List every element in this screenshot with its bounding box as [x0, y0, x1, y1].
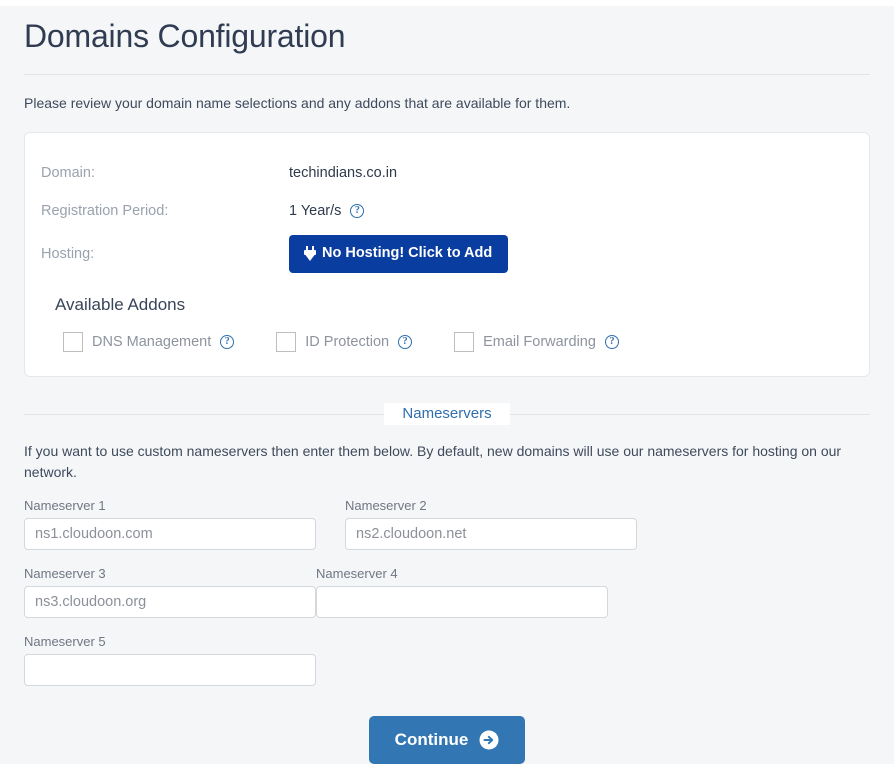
page-container: Domains Configuration Please review your…: [0, 16, 894, 764]
nameserver-3-field: Nameserver 3: [24, 566, 316, 618]
nameserver-3-input[interactable]: [24, 585, 316, 618]
nameservers-section: Nameservers If you want to use custom na…: [24, 402, 870, 764]
continue-button-label: Continue: [394, 730, 469, 750]
nameserver-4-label: Nameserver 4: [316, 565, 398, 581]
addon-checkbox-email-forwarding[interactable]: [454, 331, 475, 352]
page-title: Domains Configuration: [24, 18, 346, 54]
nameserver-1-field: Nameserver 1: [24, 498, 316, 550]
nameserver-4-input[interactable]: [316, 585, 608, 618]
addon-label-id-protection: ID Protection: [305, 333, 390, 350]
intro-text: Please review your domain name selection…: [24, 94, 571, 111]
arrow-right-circle-icon: [479, 730, 499, 750]
addon-item-id-protection[interactable]: ID Protection ?: [276, 331, 413, 352]
nameserver-5-field: Nameserver 5: [24, 634, 316, 686]
nameserver-4-field: Nameserver 4: [316, 566, 608, 618]
nameservers-legend-wrap: Nameservers: [24, 402, 870, 425]
help-circle-icon[interactable]: ?: [220, 334, 235, 349]
registration-period-text: 1 Year/s: [289, 203, 342, 220]
domain-label: Domain:: [41, 165, 95, 182]
nameserver-5-input[interactable]: [24, 653, 316, 686]
domain-name-text: techindians.co.in: [289, 165, 398, 182]
top-strip: [0, 0, 894, 6]
title-divider: [24, 73, 870, 75]
addon-checkbox-id-protection[interactable]: [276, 331, 297, 352]
addon-item-dns-management[interactable]: DNS Management ?: [63, 331, 235, 352]
nameserver-5-label: Nameserver 5: [24, 633, 106, 649]
add-hosting-button-label: No Hosting! Click to Add: [322, 245, 493, 262]
available-addons-title: Available Addons: [55, 294, 186, 314]
nameserver-2-field: Nameserver 2: [345, 498, 637, 550]
nameserver-1-input[interactable]: [24, 517, 316, 550]
nameserver-3-label: Nameserver 3: [24, 565, 106, 581]
domain-value: techindians.co.in: [289, 165, 397, 181]
nameservers-legend: Nameservers: [384, 402, 510, 425]
domain-card: Domain: techindians.co.in Registration P…: [24, 131, 870, 377]
addons-row: DNS Management ? ID Protection ? Email F…: [63, 331, 853, 352]
nameservers-description: If you want to use custom nameservers th…: [24, 442, 842, 481]
hosting-label: Hosting:: [41, 245, 95, 262]
registration-period-label: Registration Period:: [41, 203, 169, 220]
nameservers-grid: Nameserver 1 Nameserver 2 Nameserver 3 N…: [24, 498, 870, 702]
registration-period-value: 1 Year/s ?: [289, 203, 365, 220]
help-circle-icon[interactable]: ?: [604, 334, 619, 349]
addon-label-dns-management: DNS Management: [92, 333, 212, 350]
help-circle-icon[interactable]: ?: [350, 204, 365, 219]
addon-item-email-forwarding[interactable]: Email Forwarding ?: [454, 331, 619, 352]
addon-label-email-forwarding: Email Forwarding: [483, 333, 596, 350]
registration-period-row: Registration Period: 1 Year/s ?: [41, 197, 853, 226]
add-hosting-button[interactable]: No Hosting! Click to Add: [289, 234, 509, 273]
help-circle-icon[interactable]: ?: [398, 334, 413, 349]
hosting-value: No Hosting! Click to Add: [289, 234, 509, 273]
nameserver-2-input[interactable]: [345, 517, 637, 550]
domain-row: Domain: techindians.co.in: [41, 159, 853, 188]
continue-button[interactable]: Continue: [368, 715, 526, 764]
continue-button-wrap: Continue: [24, 715, 870, 764]
nameserver-1-label: Nameserver 1: [24, 497, 106, 513]
hosting-row: Hosting: No Hosting! Click to Add: [41, 234, 853, 273]
nameserver-2-label: Nameserver 2: [345, 497, 427, 513]
plug-icon: [303, 245, 317, 262]
addon-checkbox-dns-management[interactable]: [63, 331, 83, 352]
